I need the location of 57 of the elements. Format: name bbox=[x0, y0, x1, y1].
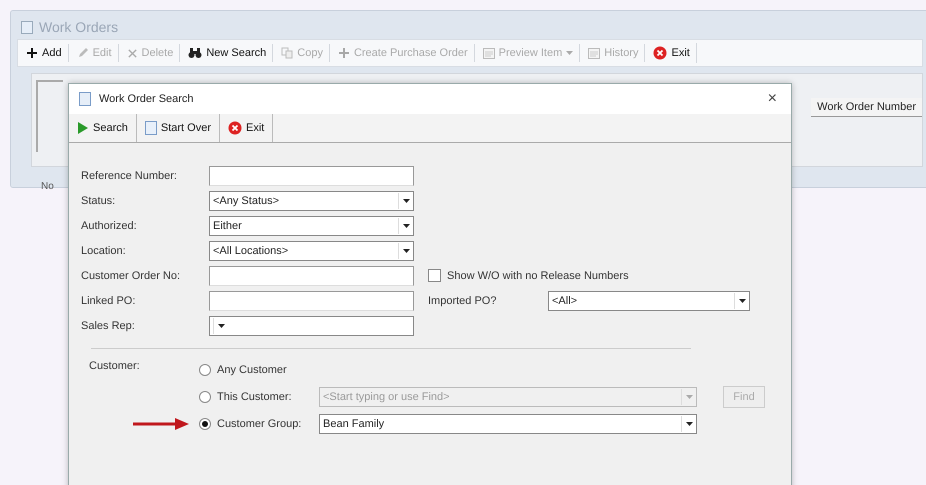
input-field[interactable] bbox=[209, 290, 414, 310]
toolbar-button[interactable]: Exit bbox=[220, 114, 274, 142]
field-label: Location: bbox=[81, 244, 127, 256]
field-label: Linked PO: bbox=[81, 294, 136, 306]
status-text: No bbox=[41, 181, 54, 192]
dropdown-field[interactable] bbox=[209, 316, 414, 336]
caret-icon bbox=[566, 51, 574, 55]
dropdown-arrow-icon bbox=[681, 389, 696, 405]
toolbar-button[interactable]: Search bbox=[69, 114, 137, 142]
input-field[interactable] bbox=[209, 166, 414, 186]
dropdown-arrow-icon bbox=[398, 242, 413, 258]
radio-button[interactable]: Any Customer bbox=[199, 364, 311, 376]
exit-icon bbox=[228, 121, 242, 135]
plus-icon bbox=[26, 47, 38, 59]
field-label: Status: bbox=[81, 194, 116, 206]
exit-icon bbox=[653, 46, 668, 60]
window-icon bbox=[588, 48, 600, 58]
toolbar-button[interactable]: New Search bbox=[182, 44, 274, 62]
dropdown-field[interactable]: Either bbox=[209, 216, 414, 236]
toolbar-button[interactable]: Add bbox=[20, 44, 69, 62]
close-button[interactable]: × bbox=[764, 90, 781, 108]
radio-button[interactable]: This Customer: bbox=[199, 391, 311, 403]
radio-button[interactable]: Customer Group: bbox=[199, 418, 311, 430]
window-icon bbox=[79, 92, 91, 106]
dropdown-field[interactable]: Bean Family bbox=[319, 414, 697, 434]
binoculars-icon bbox=[188, 47, 202, 59]
field-label: Imported PO? bbox=[428, 294, 498, 306]
page-icon bbox=[144, 121, 157, 135]
pointer-arrow bbox=[133, 418, 189, 430]
plus-icon bbox=[338, 47, 350, 59]
copy-icon bbox=[281, 47, 294, 59]
dropdown-arrow-icon bbox=[398, 192, 413, 208]
dialog-title: Work Order Search bbox=[99, 93, 194, 105]
dropdown-arrow-icon bbox=[398, 218, 413, 234]
field-label: Sales Rep: bbox=[81, 320, 136, 332]
dropdown-field[interactable]: <Any Status> bbox=[209, 190, 414, 210]
cross-icon bbox=[126, 48, 138, 58]
window-title: Work Orders bbox=[39, 19, 118, 35]
field-label: Authorized: bbox=[81, 220, 138, 232]
column-header[interactable]: Work Order Number bbox=[811, 98, 922, 117]
dropdown-field[interactable]: <All> bbox=[548, 290, 750, 310]
dropdown-field[interactable]: <All Locations> bbox=[209, 240, 414, 260]
row-selector bbox=[36, 80, 64, 152]
dropdown-arrow-icon bbox=[213, 318, 228, 334]
dropdown-arrow-icon bbox=[681, 416, 696, 432]
input-field[interactable] bbox=[209, 266, 414, 286]
play-icon bbox=[77, 121, 89, 135]
window-icon bbox=[21, 20, 33, 34]
pencil-icon bbox=[76, 47, 89, 59]
field-label: Customer Order No: bbox=[81, 270, 182, 282]
field-label: Customer: bbox=[89, 359, 139, 374]
toolbar-button[interactable]: Start Over bbox=[136, 114, 220, 142]
field-label: Reference Number: bbox=[81, 170, 178, 182]
dropdown-arrow-icon bbox=[734, 292, 749, 308]
toolbar-button[interactable]: Exit bbox=[647, 43, 697, 63]
window-icon bbox=[482, 48, 495, 58]
checkbox[interactable]: Show W/O with no Release Numbers bbox=[428, 269, 750, 282]
